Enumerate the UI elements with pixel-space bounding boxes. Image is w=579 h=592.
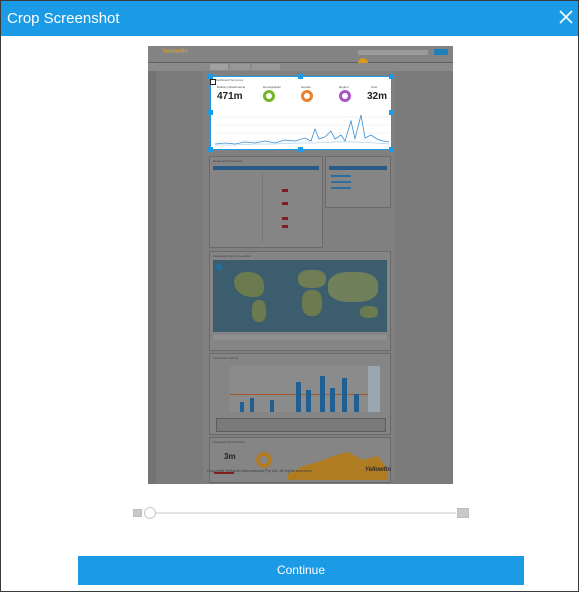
preview-header: Yellowfin (148, 46, 453, 68)
preview-header-search (358, 50, 428, 55)
crop-handle-top-right[interactable] (389, 74, 394, 79)
crop-screenshot-dialog: Crop Screenshot Yellowfin Regional Perfo… (0, 0, 579, 592)
dialog-titlebar: Crop Screenshot (1, 1, 578, 36)
crop-handle-bottom-left[interactable] (208, 147, 213, 152)
kpi-label-2: Demographic (263, 85, 281, 89)
crop-handle-right[interactable] (389, 110, 394, 115)
zoom-slider-track[interactable] (144, 512, 456, 514)
zoom-slider-knob[interactable] (144, 507, 156, 519)
kpi-label-3: Gender (301, 85, 312, 89)
preview-tabs (148, 63, 453, 71)
donut-gender (301, 90, 313, 102)
donut-region (339, 90, 351, 102)
preview-bar-chart-card: Invoice Per Period (209, 353, 391, 435)
preview-bottom-value: 3m (224, 452, 236, 461)
preview-area-chart-card: Campaign Performance 3m (209, 437, 391, 483)
preview-header-button (434, 49, 448, 55)
zoom-slider[interactable] (133, 504, 469, 522)
preview-app-logo: Yellowfin (162, 49, 189, 55)
preview-line-chart (215, 114, 389, 146)
zoom-out-image-icon[interactable] (133, 509, 142, 517)
crop-move-icon[interactable] (210, 79, 216, 85)
preview-table-title: Regional Performance (213, 159, 243, 163)
kpi-value-5: 32m (367, 91, 388, 102)
kpi-label-1: Delivery Attachments (217, 85, 246, 89)
kpi-label-4: Region (339, 85, 349, 89)
preview-page: Yellowfin Regional Performance Campaign … (148, 46, 453, 484)
crop-handle-bottom[interactable] (298, 147, 303, 152)
donut-demographic (263, 90, 275, 102)
preview-footer-logo: Yellowfin (364, 467, 391, 473)
crop-handle-left[interactable] (208, 110, 213, 115)
preview-footer-copyright: Copyright Yellowfin International Pty Lt… (207, 468, 313, 473)
kpi-label-5: Cost (371, 85, 378, 89)
preview-map-title: Campaign Visits by Location (213, 254, 251, 258)
screenshot-preview: Yellowfin Regional Performance Campaign … (148, 46, 453, 484)
preview-map-card: Campaign Visits by Location (209, 251, 391, 351)
zoom-in-image-icon[interactable] (457, 508, 469, 518)
kpi-value-1: 471m (217, 91, 243, 102)
preview-bottom-title: Campaign Performance (213, 440, 245, 444)
crop-handle-bottom-right[interactable] (389, 147, 394, 152)
preview-sidebar (148, 71, 156, 484)
crop-handle-top[interactable] (298, 74, 303, 79)
preview-footer: Copyright Yellowfin International Pty Lt… (203, 466, 395, 476)
close-icon[interactable] (558, 8, 574, 26)
crop-selection[interactable]: Dashboard Summary Delivery Attachments 4… (210, 76, 392, 150)
preview-dashboard-title: Dashboard Summary (215, 78, 244, 82)
dialog-title: Crop Screenshot (7, 10, 120, 27)
preview-table-card: Regional Performance (209, 156, 323, 248)
preview-bar-chart-title: Invoice Per Period (213, 356, 238, 360)
continue-button[interactable]: Continue (78, 556, 524, 585)
preview-side-table-card (325, 156, 391, 208)
